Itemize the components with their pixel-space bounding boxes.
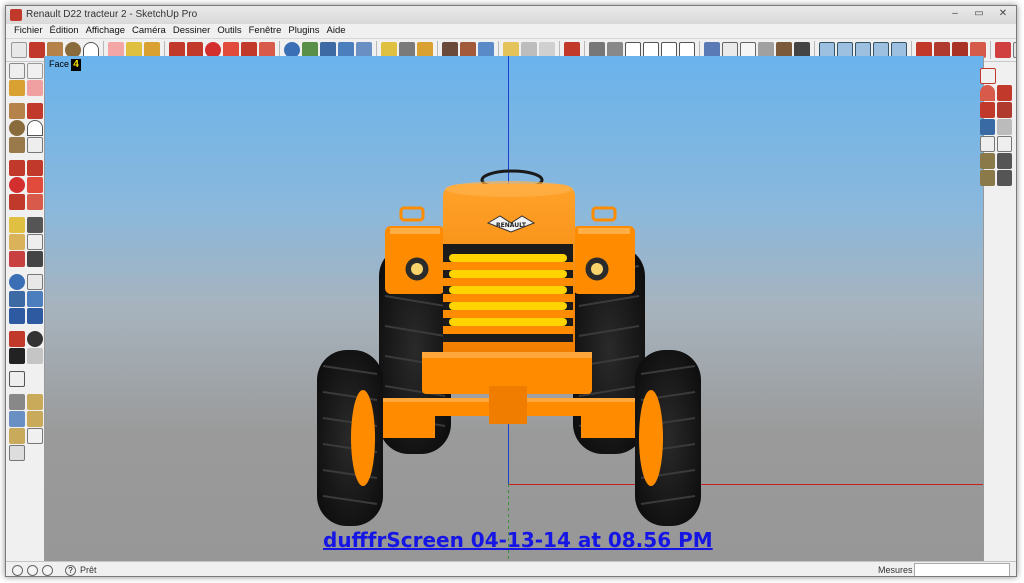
front-right-rim — [639, 390, 663, 486]
make-component-icon[interactable] — [27, 63, 43, 79]
3d-text-icon[interactable] — [27, 251, 43, 267]
window-title: Renault D22 tracteur 2 - SketchUp Pro — [26, 9, 198, 20]
geo-location-icon[interactable] — [12, 564, 23, 576]
smoove-icon[interactable] — [9, 411, 25, 427]
rotate-tool-icon[interactable] — [9, 177, 25, 193]
sketchup-window: Renault D22 tracteur 2 - SketchUp Pro – … — [5, 5, 1017, 577]
tool-plugin-icon[interactable] — [997, 85, 1012, 101]
measurements-label: Mesures — [878, 565, 913, 575]
house-icon[interactable] — [997, 102, 1012, 118]
right-fender-rail — [591, 206, 617, 222]
sandbox-contours-icon[interactable] — [9, 394, 25, 410]
status-message: Prêt — [80, 565, 97, 575]
axes-icon[interactable] — [9, 251, 25, 267]
close-button[interactable]: ✕ — [996, 8, 1010, 20]
walk-icon[interactable] — [9, 348, 25, 364]
menu-outils[interactable]: Outils — [215, 24, 246, 38]
terrain-1-icon[interactable] — [980, 153, 995, 169]
stamp-icon[interactable] — [27, 411, 43, 427]
help-icon[interactable]: ? — [65, 564, 76, 576]
left-tool-palette — [9, 63, 45, 563]
scale-tool-icon[interactable] — [9, 194, 25, 210]
pencil-tool-icon[interactable] — [29, 42, 45, 58]
maximize-button[interactable]: ▭ — [972, 8, 986, 20]
dome-icon[interactable] — [980, 85, 995, 101]
hand-icon[interactable] — [27, 428, 43, 444]
tape-measure-icon[interactable] — [9, 217, 25, 233]
polygon-tool-icon[interactable] — [9, 137, 25, 153]
arc-tool-icon[interactable] — [27, 120, 43, 136]
text-tool-icon[interactable] — [27, 234, 43, 250]
tractor-model[interactable]: RENAULT — [45, 56, 984, 561]
menu-aide[interactable]: Aide — [325, 24, 351, 38]
protractor-icon[interactable] — [9, 234, 25, 250]
previous-view-icon[interactable] — [9, 308, 25, 324]
arc-plugin-icon[interactable] — [980, 102, 995, 118]
style-builder-icon[interactable] — [9, 371, 25, 387]
menu-affichage[interactable]: Affichage — [84, 24, 130, 38]
line-tool-icon[interactable] — [27, 103, 43, 119]
menu-edition[interactable]: Édition — [48, 24, 84, 38]
eraser-tool-icon[interactable] — [27, 80, 43, 96]
menu-plugins[interactable]: Plugins — [286, 24, 324, 38]
toolbar-separator — [990, 41, 991, 59]
sandbox-scratch-icon[interactable] — [27, 394, 43, 410]
screenshot-caption-link[interactable]: dufffrScreen 04-13-14 at 08.56 PM — [323, 528, 713, 552]
pan-icon[interactable] — [27, 274, 43, 290]
dimension-icon[interactable] — [27, 217, 43, 233]
stack-plugin-icon[interactable] — [980, 136, 995, 152]
zoom-icon[interactable] — [9, 291, 25, 307]
status-bar: ? Prêt Mesures — [6, 561, 1016, 576]
zoom-extents-icon[interactable] — [27, 308, 43, 324]
grid-plugin-icon[interactable] — [997, 119, 1012, 135]
credits-icon[interactable] — [27, 564, 38, 576]
move-tool-icon[interactable] — [9, 160, 25, 176]
right-tool-palette — [980, 68, 1012, 186]
freehand-tool-icon[interactable] — [27, 137, 43, 153]
menu-fichier[interactable]: Fichier — [12, 24, 48, 38]
gear-plugin-icon[interactable] — [997, 136, 1012, 152]
title-bar: Renault D22 tracteur 2 - SketchUp Pro – … — [6, 6, 1016, 24]
section-plane-icon[interactable] — [27, 348, 43, 364]
drape-icon[interactable] — [9, 428, 25, 444]
freehand-curve-icon[interactable] — [980, 68, 996, 84]
menu-dessiner[interactable]: Dessiner — [171, 24, 216, 38]
select-tool-icon[interactable] — [9, 63, 25, 79]
sketchup-app-icon — [10, 9, 22, 21]
dimension-icon[interactable] — [995, 42, 1011, 58]
measurements-input[interactable] — [914, 563, 1010, 576]
texture-plugin-icon[interactable] — [980, 119, 995, 135]
flip-edge-icon[interactable] — [9, 445, 25, 461]
minimize-button[interactable]: – — [948, 8, 962, 20]
menu-fenetre[interactable]: Fenêtre — [247, 24, 287, 38]
zoom-window-icon[interactable] — [27, 291, 43, 307]
rectangle-tool-icon[interactable] — [9, 103, 25, 119]
front-left-rim — [351, 390, 375, 486]
text-tool-icon[interactable] — [1013, 42, 1016, 58]
look-around-icon[interactable] — [27, 331, 43, 347]
user-icon[interactable] — [42, 564, 53, 576]
offset-tool-icon[interactable] — [27, 194, 43, 210]
left-fender-rail — [399, 206, 425, 222]
terrain-4-icon[interactable] — [997, 170, 1012, 186]
modeling-viewport[interactable]: Face 4 RENAULT dufffrScreen 04-13-14 at … — [44, 56, 984, 561]
paint-bucket-icon[interactable] — [9, 80, 25, 96]
emblem-label: RENAULT — [496, 222, 527, 229]
select-tool-icon[interactable] — [11, 42, 27, 58]
orbit-icon[interactable] — [9, 274, 25, 290]
position-camera-icon[interactable] — [9, 331, 25, 347]
menu-bar: Fichier Édition Affichage Caméra Dessine… — [6, 24, 1016, 38]
push-pull-icon[interactable] — [27, 160, 43, 176]
follow-me-icon[interactable] — [27, 177, 43, 193]
circle-tool-icon[interactable] — [9, 120, 25, 136]
menu-camera[interactable]: Caméra — [130, 24, 171, 38]
terrain-3-icon[interactable] — [980, 170, 995, 186]
terrain-2-icon[interactable] — [997, 153, 1012, 169]
